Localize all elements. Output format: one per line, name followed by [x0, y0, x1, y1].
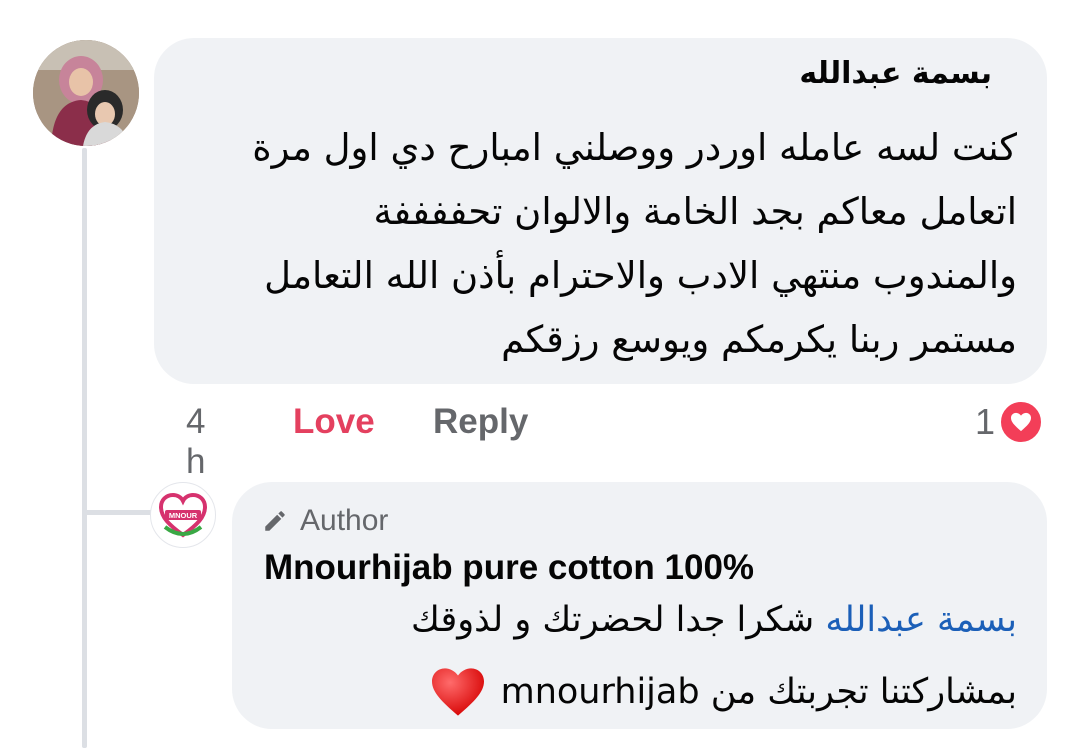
- comment-timestamp[interactable]: 4 h: [186, 402, 205, 482]
- comment-line: اتعامل معاكم بجد الخامة والالوان تحففففة: [373, 190, 1017, 233]
- mnour-logo: MNOUR: [158, 492, 208, 538]
- reply-text: بمشاركتنا تجربتك من mnourhijab: [500, 672, 1017, 712]
- comment-bubble: بسمة عبدالله كنت لسه عامله اوردر ووصلني …: [154, 38, 1047, 384]
- avatar-photo: [33, 40, 139, 146]
- reply-text: شكرا جدا لحضرتك و لذوقك: [411, 600, 815, 640]
- comment-line: كنت لسه عامله اوردر ووصلني امبارح دي اول…: [252, 126, 1017, 169]
- author-badge: Author: [262, 504, 388, 538]
- reply-button[interactable]: Reply: [433, 402, 528, 442]
- reply-bubble: Author Mnourhijab pure cotton 100% بسمة …: [232, 482, 1047, 729]
- mention-link[interactable]: بسمة عبدالله: [825, 600, 1017, 640]
- thread-connector: [82, 510, 152, 515]
- comment-line: مستمر ربنا يكرمكم ويوسع رزقكم: [501, 318, 1017, 361]
- comment-text: كنت لسه عامله اوردر ووصلني امبارح دي اول…: [177, 116, 1017, 372]
- reply-line: بسمة عبدالله شكرا جدا لحضرتك و لذوقك: [411, 600, 1017, 640]
- thread-line: [82, 148, 87, 748]
- page-avatar[interactable]: MNOUR: [150, 482, 216, 548]
- pencil-icon: [265, 511, 285, 531]
- author-badge-label: Author: [300, 504, 389, 537]
- page-name[interactable]: Mnourhijab pure cotton 100%: [264, 548, 754, 588]
- heart-icon: [999, 400, 1044, 444]
- commenter-avatar[interactable]: [33, 40, 139, 146]
- reply-line: بمشاركتنا تجربتك من mnourhijab: [429, 666, 1017, 718]
- red-heart-emoji: [431, 668, 484, 716]
- commenter-name[interactable]: بسمة عبدالله: [799, 56, 992, 91]
- svg-text:MNOUR: MNOUR: [169, 511, 198, 520]
- comment-line: والمندوب منتهي الادب والاحترام بأذن الله…: [264, 254, 1017, 297]
- reaction-count: 1: [975, 401, 996, 442]
- reaction-summary[interactable]: 1: [975, 400, 1044, 444]
- love-button[interactable]: Love: [293, 402, 375, 442]
